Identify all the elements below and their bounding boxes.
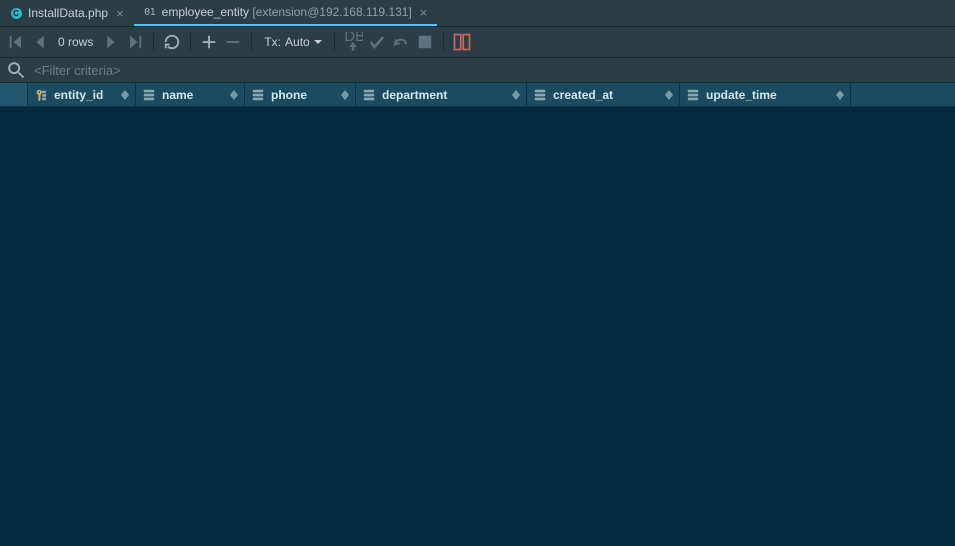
- last-page-icon[interactable]: [125, 32, 145, 52]
- row-gutter: [0, 83, 28, 106]
- separator: [251, 33, 252, 51]
- column-icon: [686, 88, 700, 102]
- sort-icon[interactable]: [121, 90, 129, 100]
- sort-icon[interactable]: [836, 90, 844, 100]
- add-row-icon[interactable]: [199, 32, 219, 52]
- column-icon: [251, 88, 265, 102]
- pk-column-icon: [34, 88, 48, 102]
- sort-icon[interactable]: [230, 90, 238, 100]
- tab-installdata[interactable]: C InstallData.php ×: [0, 0, 134, 26]
- close-icon[interactable]: ×: [418, 5, 430, 20]
- sort-icon[interactable]: [341, 90, 349, 100]
- row-count: 0 rows: [54, 35, 97, 49]
- table-data-icon: 01: [144, 6, 156, 18]
- tab-bar: C InstallData.php × 01 employee_entity […: [0, 0, 955, 27]
- submit-db-icon[interactable]: DB: [343, 32, 363, 52]
- first-page-icon[interactable]: [6, 32, 26, 52]
- column-label: phone: [271, 88, 307, 102]
- revert-icon[interactable]: [391, 32, 411, 52]
- data-grid[interactable]: [0, 107, 955, 546]
- toolbar: 0 rows Tx: Auto DB: [0, 27, 955, 58]
- prev-page-icon[interactable]: [30, 32, 50, 52]
- column-header-created_at[interactable]: created_at: [527, 83, 680, 106]
- column-header-department[interactable]: department: [356, 83, 527, 106]
- sort-icon[interactable]: [665, 90, 673, 100]
- tx-mode-select[interactable]: Tx: Auto: [260, 35, 325, 49]
- separator: [190, 33, 191, 51]
- next-page-icon[interactable]: [101, 32, 121, 52]
- reload-icon[interactable]: [162, 32, 182, 52]
- stop-icon[interactable]: [415, 32, 435, 52]
- column-icon: [142, 88, 156, 102]
- column-label: created_at: [553, 88, 613, 102]
- tab-label: employee_entity [extension@192.168.119.1…: [162, 5, 412, 19]
- column-header-name[interactable]: name: [136, 83, 245, 106]
- remove-row-icon[interactable]: [223, 32, 243, 52]
- table-header: entity_id name phone department created_at up…: [0, 83, 955, 107]
- column-label: name: [162, 88, 193, 102]
- column-label: update_time: [706, 88, 777, 102]
- column-header-phone[interactable]: phone: [245, 83, 356, 106]
- tx-label: Tx:: [264, 35, 281, 49]
- separator: [153, 33, 154, 51]
- filter-bar: [0, 58, 955, 83]
- sort-icon[interactable]: [512, 90, 520, 100]
- tab-label: InstallData.php: [28, 6, 108, 20]
- separator: [334, 33, 335, 51]
- column-label: entity_id: [54, 88, 103, 102]
- search-icon[interactable]: [6, 60, 26, 80]
- column-icon: [533, 88, 547, 102]
- column-header-update_time[interactable]: update_time: [680, 83, 851, 106]
- close-icon[interactable]: ×: [114, 6, 126, 21]
- column-icon: [362, 88, 376, 102]
- filter-input[interactable]: [34, 63, 949, 78]
- separator: [443, 33, 444, 51]
- compare-icon[interactable]: [452, 32, 472, 52]
- accept-icon[interactable]: [367, 32, 387, 52]
- column-header-entity_id[interactable]: entity_id: [28, 83, 136, 106]
- tx-mode: Auto: [285, 35, 310, 49]
- column-label: department: [382, 88, 447, 102]
- chevron-down-icon: [314, 38, 322, 46]
- php-class-icon: C: [10, 7, 22, 19]
- tab-employee-entity[interactable]: 01 employee_entity [extension@192.168.11…: [134, 0, 438, 26]
